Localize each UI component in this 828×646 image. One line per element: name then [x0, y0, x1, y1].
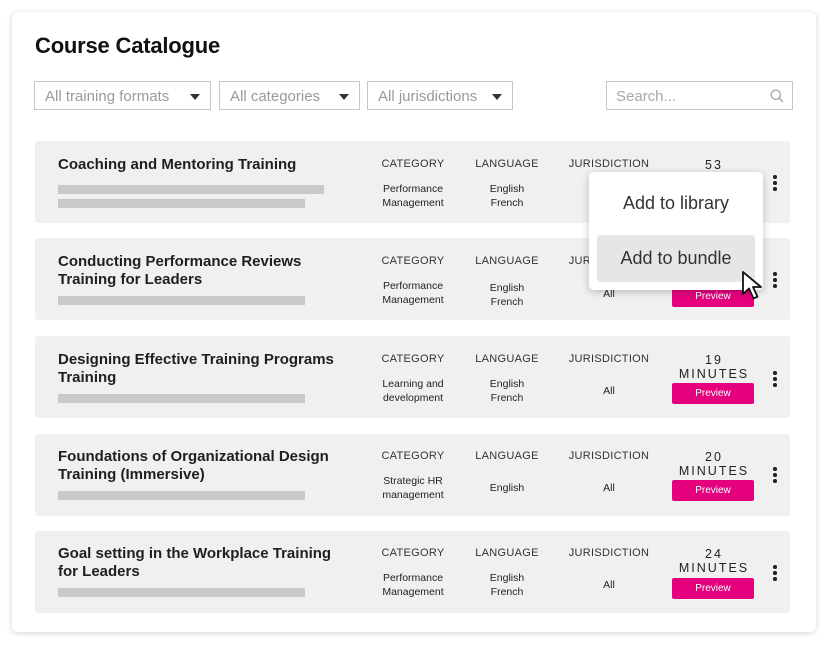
jurisdiction-header: JURISDICTION: [568, 547, 650, 559]
course-title[interactable]: Foundations of Organizational Design Tra…: [58, 448, 343, 484]
kebab-icon[interactable]: [772, 371, 778, 389]
course-row: Designing Effective Training Programs Tr…: [35, 336, 790, 418]
kebab-icon[interactable]: [772, 175, 778, 193]
preview-button[interactable]: Preview: [672, 383, 754, 404]
jurisdiction-value: All: [603, 385, 615, 397]
language-value: English French: [489, 378, 525, 404]
category-value: Strategic HR management: [382, 475, 444, 501]
course-row: Foundations of Organizational Design Tra…: [35, 434, 790, 516]
course-title[interactable]: Goal setting in the Workplace Training f…: [58, 545, 343, 581]
jurisdiction-value: All: [603, 482, 615, 494]
caret-down-icon: [339, 94, 349, 100]
page-title: Course Catalogue: [35, 33, 221, 58]
jurisdiction-header: JURISDICTION: [568, 450, 650, 462]
description-placeholder: [58, 185, 324, 194]
language-header: LANGUAGE: [475, 255, 539, 267]
search-input[interactable]: Search...: [606, 81, 793, 110]
description-placeholder: [58, 491, 305, 500]
duration: 19 MINUTES: [678, 353, 750, 381]
category-header: CATEGORY: [381, 158, 445, 170]
description-placeholder: [58, 296, 305, 305]
course-title[interactable]: Coaching and Mentoring Training: [58, 156, 343, 174]
language-value: English French: [489, 282, 525, 308]
search-placeholder: Search...: [616, 88, 677, 105]
pointer-cursor-icon: [742, 271, 762, 300]
language-header: LANGUAGE: [475, 353, 539, 365]
course-row: Goal setting in the Workplace Training f…: [35, 531, 790, 613]
category-header: CATEGORY: [381, 547, 445, 559]
jurisdiction-header: JURISDICTION: [568, 158, 650, 170]
category-value: Performance Management: [382, 572, 444, 598]
category-header: CATEGORY: [381, 255, 445, 267]
category-value: Performance Management: [382, 280, 444, 306]
jurisdiction-filter[interactable]: All jurisdictions: [367, 81, 513, 110]
preview-button[interactable]: Preview: [672, 480, 754, 501]
language-value: English French: [489, 183, 525, 209]
filter-label: All training formats: [45, 88, 170, 105]
description-placeholder: [58, 394, 305, 403]
description-placeholder: [58, 588, 305, 597]
language-header: LANGUAGE: [475, 450, 539, 462]
kebab-icon[interactable]: [772, 272, 778, 290]
context-menu: Add to library Add to bundle: [589, 172, 763, 290]
course-title[interactable]: Designing Effective Training Programs Tr…: [58, 351, 343, 387]
filter-label: All categories: [230, 88, 321, 105]
description-placeholder: [58, 199, 305, 208]
course-title[interactable]: Conducting Performance Reviews Training …: [58, 253, 343, 289]
language-header: LANGUAGE: [475, 547, 539, 559]
caret-down-icon: [190, 94, 200, 100]
category-header: CATEGORY: [381, 450, 445, 462]
duration: 20 MINUTES: [678, 450, 750, 478]
language-value: English: [489, 482, 525, 494]
preview-button[interactable]: Preview: [672, 578, 754, 599]
caret-down-icon: [492, 94, 502, 100]
add-to-library-menu-item[interactable]: Add to library: [597, 180, 755, 227]
language-header: LANGUAGE: [475, 158, 539, 170]
filter-label: All jurisdictions: [378, 88, 478, 105]
duration: 24 MINUTES: [678, 547, 750, 575]
jurisdiction-value: All: [603, 288, 615, 300]
search-icon: [770, 89, 784, 103]
jurisdiction-header: JURISDICTION: [568, 353, 650, 365]
category-value: Performance Management: [382, 183, 444, 209]
category-value: Learning and development: [382, 378, 444, 404]
category-filter[interactable]: All categories: [219, 81, 360, 110]
kebab-icon[interactable]: [772, 467, 778, 485]
language-value: English French: [489, 572, 525, 598]
kebab-icon[interactable]: [772, 565, 778, 583]
add-to-bundle-menu-item[interactable]: Add to bundle: [597, 235, 755, 282]
category-header: CATEGORY: [381, 353, 445, 365]
jurisdiction-value: All: [603, 579, 615, 591]
training-format-filter[interactable]: All training formats: [34, 81, 211, 110]
